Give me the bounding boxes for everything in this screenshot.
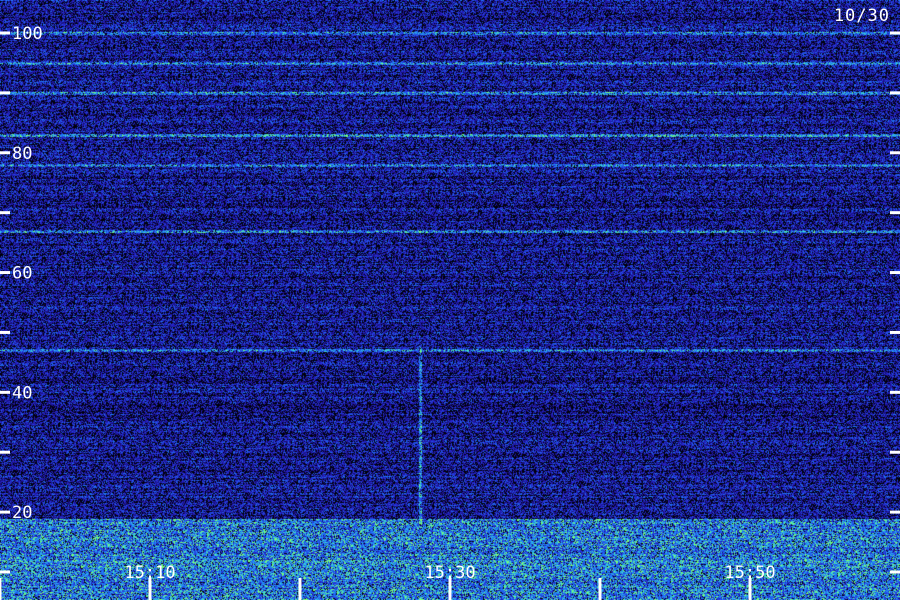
spectrogram: 20 40 60 80 100 15:10 15:30 15:50 10/30: [0, 0, 900, 600]
axis-overlay: 20 40 60 80 100 15:10 15:30 15:50: [0, 24, 900, 600]
x-tick-label-1530: 15:30: [424, 563, 475, 583]
x-tick-label-1510: 15:10: [124, 563, 175, 583]
x-tick-label-1550: 15:50: [724, 563, 775, 583]
y-tick-label-20: 20: [12, 503, 32, 523]
y-tick-label-60: 60: [12, 264, 32, 284]
date-label: 10/30: [833, 6, 890, 26]
y-tick-label-100: 100: [12, 24, 43, 44]
y-tick-label-40: 40: [12, 383, 32, 403]
y-tick-label-80: 80: [12, 144, 32, 164]
